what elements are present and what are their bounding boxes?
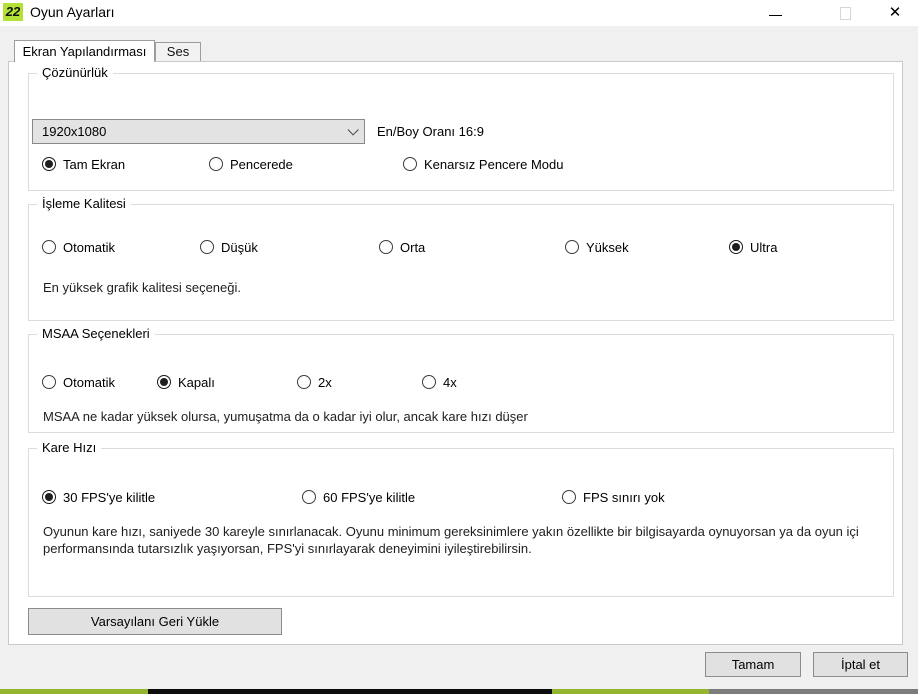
radio-pencerede[interactable]: Pencerede bbox=[209, 156, 293, 172]
resolution-dropdown-value: 1920x1080 bbox=[42, 124, 107, 139]
framerate-help-text: Oyunun kare hızı, saniyede 30 kareyle sı… bbox=[43, 524, 859, 556]
restore-defaults-button[interactable]: Varsayılanı Geri Yükle bbox=[28, 608, 282, 635]
radio-quality-orta[interactable]: Orta bbox=[379, 239, 425, 255]
radio-icon bbox=[42, 490, 56, 504]
radio-label: 2x bbox=[318, 374, 332, 390]
tab-ekran-yapilandirmasi[interactable]: Ekran Yapılandırması bbox=[14, 40, 155, 62]
radio-kenarsiz-pencere-modu[interactable]: Kenarsız Pencere Modu bbox=[403, 156, 563, 172]
group-framerate-title: Kare Hızı bbox=[37, 440, 102, 455]
radio-msaa-otomatik[interactable]: Otomatik bbox=[42, 374, 115, 390]
radio-icon bbox=[42, 240, 56, 254]
radio-icon bbox=[565, 240, 579, 254]
radio-icon bbox=[729, 240, 743, 254]
radio-icon bbox=[562, 490, 576, 504]
tab-ses[interactable]: Ses bbox=[155, 42, 201, 61]
titlebar: 22 Oyun Ayarları ✕ bbox=[0, 0, 918, 26]
radio-tam-ekran[interactable]: Tam Ekran bbox=[42, 156, 125, 172]
bottom-taskbar-strip bbox=[0, 689, 918, 694]
radio-label: Ultra bbox=[750, 239, 778, 255]
window-title: Oyun Ayarları bbox=[30, 4, 115, 20]
radio-icon bbox=[403, 157, 417, 171]
radio-fps-60[interactable]: 60 FPS'ye kilitle bbox=[302, 489, 415, 505]
group-resolution-title: Çözünürlük bbox=[37, 65, 113, 80]
radio-label: 30 FPS'ye kilitle bbox=[63, 489, 156, 505]
resolution-dropdown[interactable]: 1920x1080 bbox=[32, 119, 365, 144]
radio-label: Otomatik bbox=[63, 374, 116, 390]
radio-label: Yüksek bbox=[586, 239, 629, 255]
group-msaa: MSAA Seçenekleri Otomatik Kapalı 2x 4x M… bbox=[28, 326, 894, 433]
group-msaa-title: MSAA Seçenekleri bbox=[37, 326, 155, 341]
strip-gray-segment bbox=[709, 689, 918, 694]
radio-fps-unlimited[interactable]: FPS sınırı yok bbox=[562, 489, 665, 505]
radio-icon bbox=[379, 240, 393, 254]
maximize-icon bbox=[839, 7, 851, 20]
radio-msaa-2x[interactable]: 2x bbox=[297, 374, 332, 390]
radio-quality-ultra[interactable]: Ultra bbox=[729, 239, 777, 255]
minimize-icon bbox=[768, 14, 782, 16]
radio-label: Tam Ekran bbox=[63, 156, 126, 172]
group-render-quality-title: İşleme Kalitesi bbox=[37, 196, 131, 211]
radio-label: 60 FPS'ye kilitle bbox=[323, 489, 416, 505]
radio-icon bbox=[42, 375, 56, 389]
radio-icon bbox=[200, 240, 214, 254]
radio-msaa-kapali[interactable]: Kapalı bbox=[157, 374, 215, 390]
tab-page: Çözünürlük 1920x1080 En/Boy Oranı 16:9 T… bbox=[8, 61, 903, 645]
radio-quality-yuksek[interactable]: Yüksek bbox=[565, 239, 629, 255]
radio-icon bbox=[42, 157, 56, 171]
radio-label: Düşük bbox=[221, 239, 258, 255]
aspect-ratio-label: En/Boy Oranı 16:9 bbox=[377, 124, 484, 139]
radio-icon bbox=[302, 490, 316, 504]
radio-label: Kapalı bbox=[178, 374, 215, 390]
cancel-button[interactable]: İptal et bbox=[813, 652, 908, 677]
radio-icon bbox=[297, 375, 311, 389]
maximize-button[interactable] bbox=[828, 0, 862, 24]
ok-button[interactable]: Tamam bbox=[705, 652, 801, 677]
chevron-down-icon bbox=[347, 123, 359, 136]
radio-icon bbox=[157, 375, 171, 389]
msaa-help-text: MSAA ne kadar yüksek olursa, yumuşatma d… bbox=[43, 409, 528, 424]
minimize-button[interactable] bbox=[758, 0, 792, 24]
radio-msaa-4x[interactable]: 4x bbox=[422, 374, 457, 390]
group-framerate: Kare Hızı 30 FPS'ye kilitle 60 FPS'ye ki… bbox=[28, 440, 894, 597]
radio-label: FPS sınırı yok bbox=[583, 489, 665, 505]
radio-label: 4x bbox=[443, 374, 457, 390]
radio-label: Kenarsız Pencere Modu bbox=[424, 156, 564, 172]
strip-green-segment bbox=[0, 689, 148, 694]
strip-green-segment bbox=[552, 689, 709, 694]
radio-icon bbox=[209, 157, 223, 171]
radio-icon bbox=[422, 375, 436, 389]
group-resolution: Çözünürlük 1920x1080 En/Boy Oranı 16:9 T… bbox=[28, 65, 894, 191]
radio-label: Otomatik bbox=[63, 239, 116, 255]
radio-fps-30[interactable]: 30 FPS'ye kilitle bbox=[42, 489, 155, 505]
radio-label: Orta bbox=[400, 239, 426, 255]
strip-black-segment bbox=[148, 689, 552, 694]
app-icon: 22 bbox=[3, 3, 23, 21]
radio-label: Pencerede bbox=[230, 156, 293, 172]
group-render-quality: İşleme Kalitesi Otomatik Düşük Orta Yüks… bbox=[28, 196, 894, 321]
radio-quality-dusuk[interactable]: Düşük bbox=[200, 239, 258, 255]
close-button[interactable]: ✕ bbox=[878, 0, 912, 24]
render-quality-help-text: En yüksek grafik kalitesi seçeneği. bbox=[43, 280, 241, 295]
radio-quality-otomatik[interactable]: Otomatik bbox=[42, 239, 115, 255]
